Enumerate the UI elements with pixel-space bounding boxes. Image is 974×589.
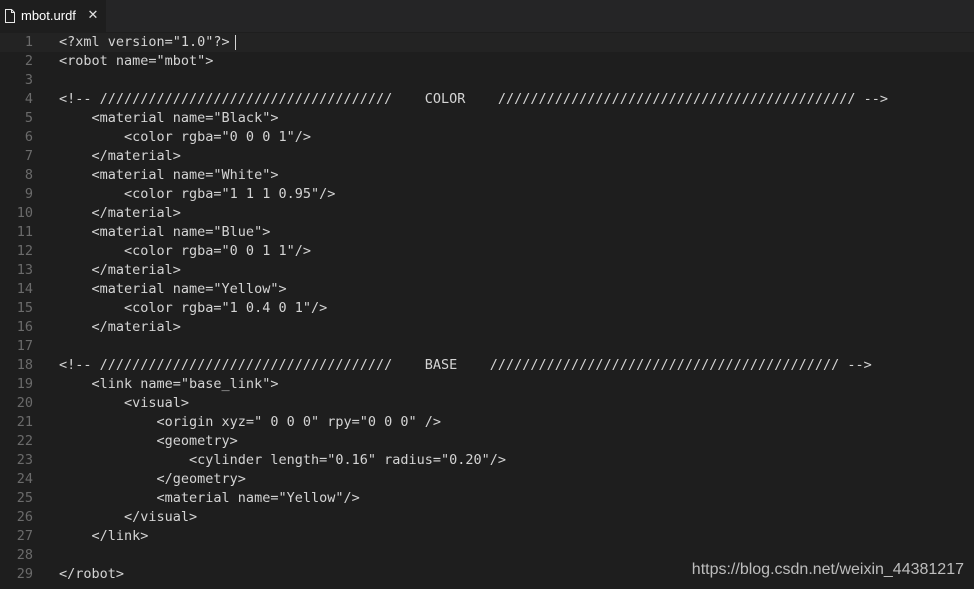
code-line[interactable]: 25 <material name="Yellow"/>	[0, 489, 974, 508]
line-text[interactable]: <robot name="mbot">	[59, 52, 213, 71]
line-text[interactable]: <origin xyz=" 0 0 0" rpy="0 0 0" />	[59, 413, 441, 432]
line-text[interactable]: </robot>	[59, 565, 124, 584]
code-editor[interactable]: 1 <?xml version="1.0"?> 2 <robot name="mbot…	[0, 32, 974, 589]
code-line[interactable]: 24 </geometry>	[0, 470, 974, 489]
code-line[interactable]: 19 <link name="base_link">	[0, 375, 974, 394]
code-line[interactable]: 5 <material name="Black">	[0, 109, 974, 128]
line-text[interactable]: </geometry>	[59, 470, 246, 489]
line-text[interactable]: <color rgba="0 0 0 1"/>	[59, 128, 311, 147]
line-number: 6	[24, 129, 33, 145]
line-text[interactable]: <color rgba="1 1 1 0.95"/>	[59, 185, 335, 204]
line-number: 4	[24, 91, 33, 107]
code-line[interactable]: 11 <material name="Blue">	[0, 223, 974, 242]
line-number: 18	[16, 357, 33, 373]
line-text[interactable]: <material name="Black">	[59, 109, 279, 128]
code-line[interactable]: 7 </material>	[0, 147, 974, 166]
line-text[interactable]: <?xml version="1.0"?>	[59, 33, 230, 52]
code-line[interactable]: 26 </visual>	[0, 508, 974, 527]
line-text[interactable]: <geometry>	[59, 432, 238, 451]
line-text[interactable]: <material name="Yellow">	[59, 280, 287, 299]
code-line[interactable]: 3	[0, 71, 974, 90]
close-icon[interactable]: ✕	[86, 8, 100, 24]
line-text[interactable]: </material>	[59, 261, 181, 280]
line-text[interactable]: <material name="Yellow"/>	[59, 489, 360, 508]
line-text[interactable]: <color rgba="0 0 1 1"/>	[59, 242, 311, 261]
code-line[interactable]: 23 <cylinder length="0.16" radius="0.20"…	[0, 451, 974, 470]
code-line[interactable]: 8 <material name="White">	[0, 166, 974, 185]
code-line[interactable]: 13 </material>	[0, 261, 974, 280]
line-number: 28	[16, 547, 33, 563]
line-number: 27	[16, 528, 33, 544]
file-icon	[5, 9, 15, 23]
code-line[interactable]: 21 <origin xyz=" 0 0 0" rpy="0 0 0" />	[0, 413, 974, 432]
code-line[interactable]: 6 <color rgba="0 0 0 1"/>	[0, 128, 974, 147]
watermark: https://blog.csdn.net/weixin_44381217	[691, 561, 964, 578]
line-number: 7	[24, 148, 33, 164]
code-line[interactable]: 2 <robot name="mbot">	[0, 52, 974, 71]
code-line[interactable]: 20 <visual>	[0, 394, 974, 413]
code-line[interactable]: 10 </material>	[0, 204, 974, 223]
tab-title: mbot.urdf	[21, 8, 76, 23]
tab-mbot-urdf[interactable]: mbot.urdf ✕	[0, 0, 106, 32]
line-text[interactable]: </material>	[59, 147, 181, 166]
line-number: 29	[16, 566, 33, 582]
code-line[interactable]: 4 <!-- //////////////////////////////////…	[0, 90, 974, 109]
line-text[interactable]: <!-- ///////////////////////////////////…	[59, 356, 872, 375]
line-number: 19	[16, 376, 33, 392]
line-number: 12	[16, 243, 33, 259]
line-text[interactable]: <color rgba="1 0.4 0 1"/>	[59, 299, 327, 318]
line-text[interactable]: </material>	[59, 318, 181, 337]
code-line[interactable]: 18 <!-- /////////////////////////////////…	[0, 356, 974, 375]
tab-bar: mbot.urdf ✕	[0, 0, 974, 32]
line-number: 8	[24, 167, 33, 183]
line-text[interactable]: <!-- ///////////////////////////////////…	[59, 90, 888, 109]
line-text[interactable]: <material name="White">	[59, 166, 279, 185]
line-number: 16	[16, 319, 33, 335]
line-text[interactable]: </visual>	[59, 508, 197, 527]
line-number: 25	[16, 490, 33, 506]
line-number: 14	[16, 281, 33, 297]
line-number: 13	[16, 262, 33, 278]
code-line[interactable]: 15 <color rgba="1 0.4 0 1"/>	[0, 299, 974, 318]
line-number: 15	[16, 300, 33, 316]
code-line[interactable]: 12 <color rgba="0 0 1 1"/>	[0, 242, 974, 261]
line-number: 20	[16, 395, 33, 411]
line-text[interactable]: <link name="base_link">	[59, 375, 279, 394]
line-number: 26	[16, 509, 33, 525]
line-number: 24	[16, 471, 33, 487]
line-text[interactable]: <cylinder length="0.16" radius="0.20"/>	[59, 451, 506, 470]
line-number: 23	[16, 452, 33, 468]
line-number: 22	[16, 433, 33, 449]
line-text[interactable]: </link>	[59, 527, 149, 546]
line-number: 2	[24, 53, 33, 69]
code-line[interactable]: 17	[0, 337, 974, 356]
line-number: 9	[24, 186, 33, 202]
line-number: 11	[16, 224, 33, 240]
line-number: 3	[24, 72, 33, 88]
line-number: 1	[24, 34, 33, 50]
line-number: 21	[16, 414, 33, 430]
code-line[interactable]: 14 <material name="Yellow">	[0, 280, 974, 299]
code-line[interactable]: 27 </link>	[0, 527, 974, 546]
line-number: 17	[16, 338, 33, 354]
line-number: 10	[16, 205, 33, 221]
line-text[interactable]: <material name="Blue">	[59, 223, 271, 242]
code-line[interactable]: 9 <color rgba="1 1 1 0.95"/>	[0, 185, 974, 204]
code-line[interactable]: 1 <?xml version="1.0"?>	[0, 33, 974, 52]
editor-window: mbot.urdf ✕ 1 <?xml version="1.0"?> 2 <robo…	[0, 0, 974, 589]
line-text[interactable]: <visual>	[59, 394, 189, 413]
text-cursor	[235, 35, 236, 50]
code-line[interactable]: 16 </material>	[0, 318, 974, 337]
line-number: 5	[24, 110, 33, 126]
line-text[interactable]: </material>	[59, 204, 181, 223]
code-line[interactable]: 22 <geometry>	[0, 432, 974, 451]
